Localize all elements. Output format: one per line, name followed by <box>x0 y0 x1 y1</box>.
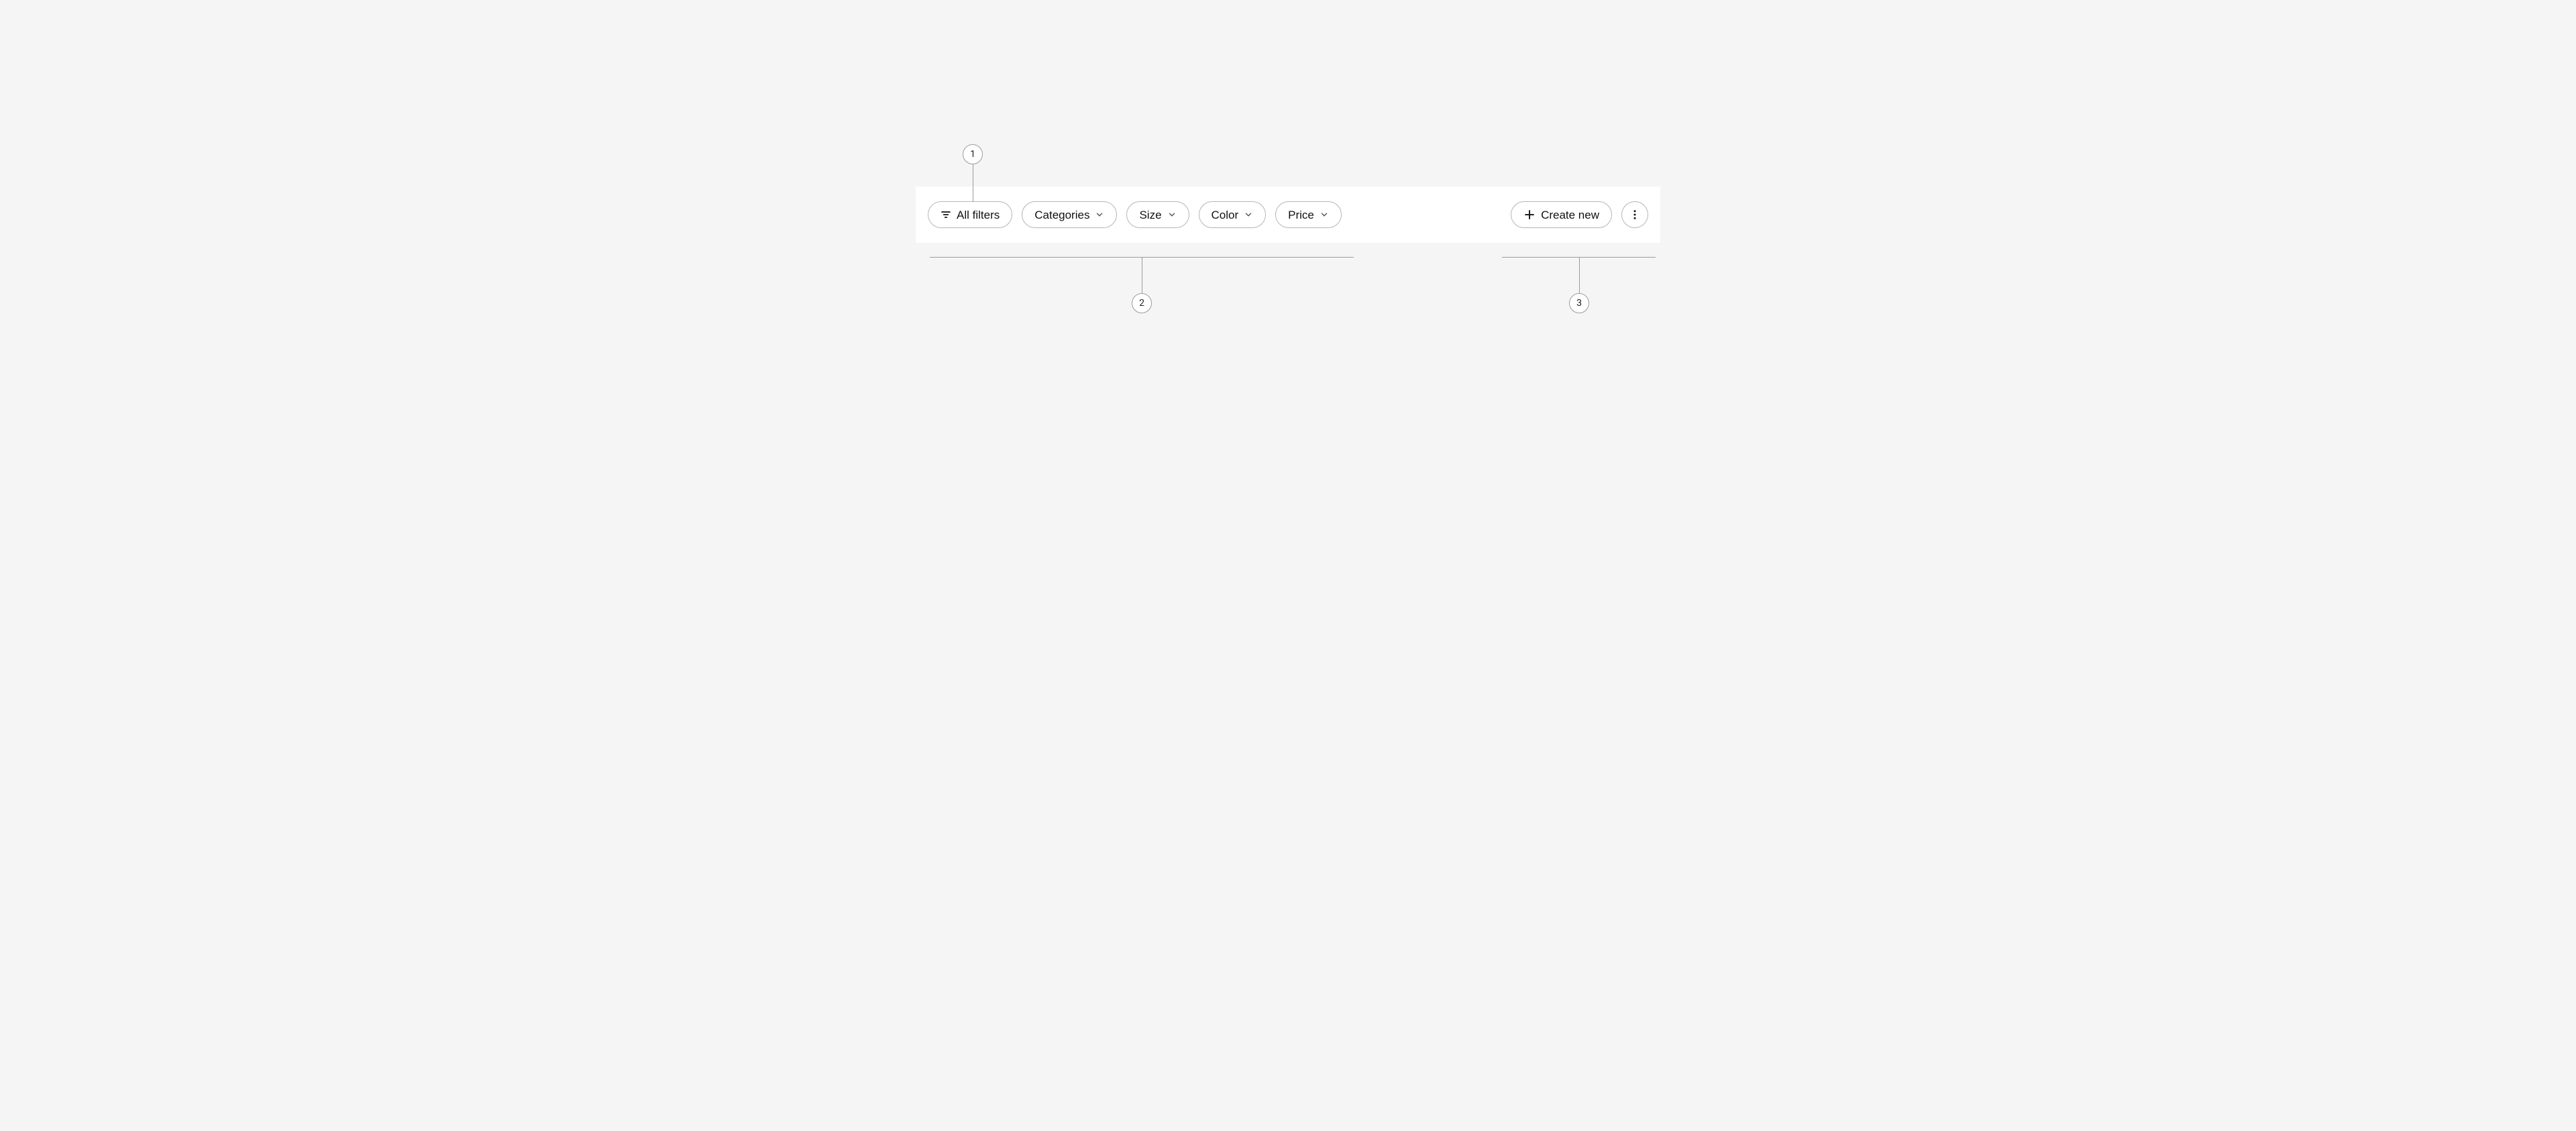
all-filters-chip[interactable]: All filters <box>928 201 1012 228</box>
annotation-number: 1 <box>970 149 975 160</box>
create-new-label: Create new <box>1541 209 1599 221</box>
more-options-button[interactable] <box>1621 201 1648 228</box>
filter-chip-categories[interactable]: Categories <box>1022 201 1117 228</box>
more-vertical-icon <box>1629 209 1641 221</box>
filter-group: All filters Categories Size Color <box>928 201 1342 228</box>
action-group: Create new <box>1511 201 1648 228</box>
filter-chip-price[interactable]: Price <box>1275 201 1342 228</box>
annotation-callout-3: 3 <box>1569 293 1589 313</box>
filter-icon <box>941 209 951 220</box>
annotation-callout-1: 1 <box>963 144 983 164</box>
annotation-callout-2: 2 <box>1132 293 1152 313</box>
annotation-number: 2 <box>1139 298 1144 309</box>
annotation-number: 3 <box>1576 298 1582 309</box>
chevron-down-icon <box>1167 210 1177 219</box>
filter-chip-label: Price <box>1288 209 1314 221</box>
plus-icon <box>1523 209 1536 221</box>
create-new-button[interactable]: Create new <box>1511 201 1612 228</box>
annotation-lead-3 <box>1579 257 1580 293</box>
all-filters-label: All filters <box>957 209 1000 221</box>
chevron-down-icon <box>1320 210 1329 219</box>
chevron-down-icon <box>1244 210 1253 219</box>
filter-chip-color[interactable]: Color <box>1199 201 1267 228</box>
diagram-canvas: All filters Categories Size Color <box>765 0 1811 460</box>
filter-chip-label: Size <box>1139 209 1161 221</box>
filter-chip-label: Color <box>1212 209 1239 221</box>
toolbar: All filters Categories Size Color <box>916 186 1660 243</box>
chevron-down-icon <box>1095 210 1104 219</box>
filter-chip-size[interactable]: Size <box>1126 201 1189 228</box>
filter-chip-label: Categories <box>1034 209 1089 221</box>
